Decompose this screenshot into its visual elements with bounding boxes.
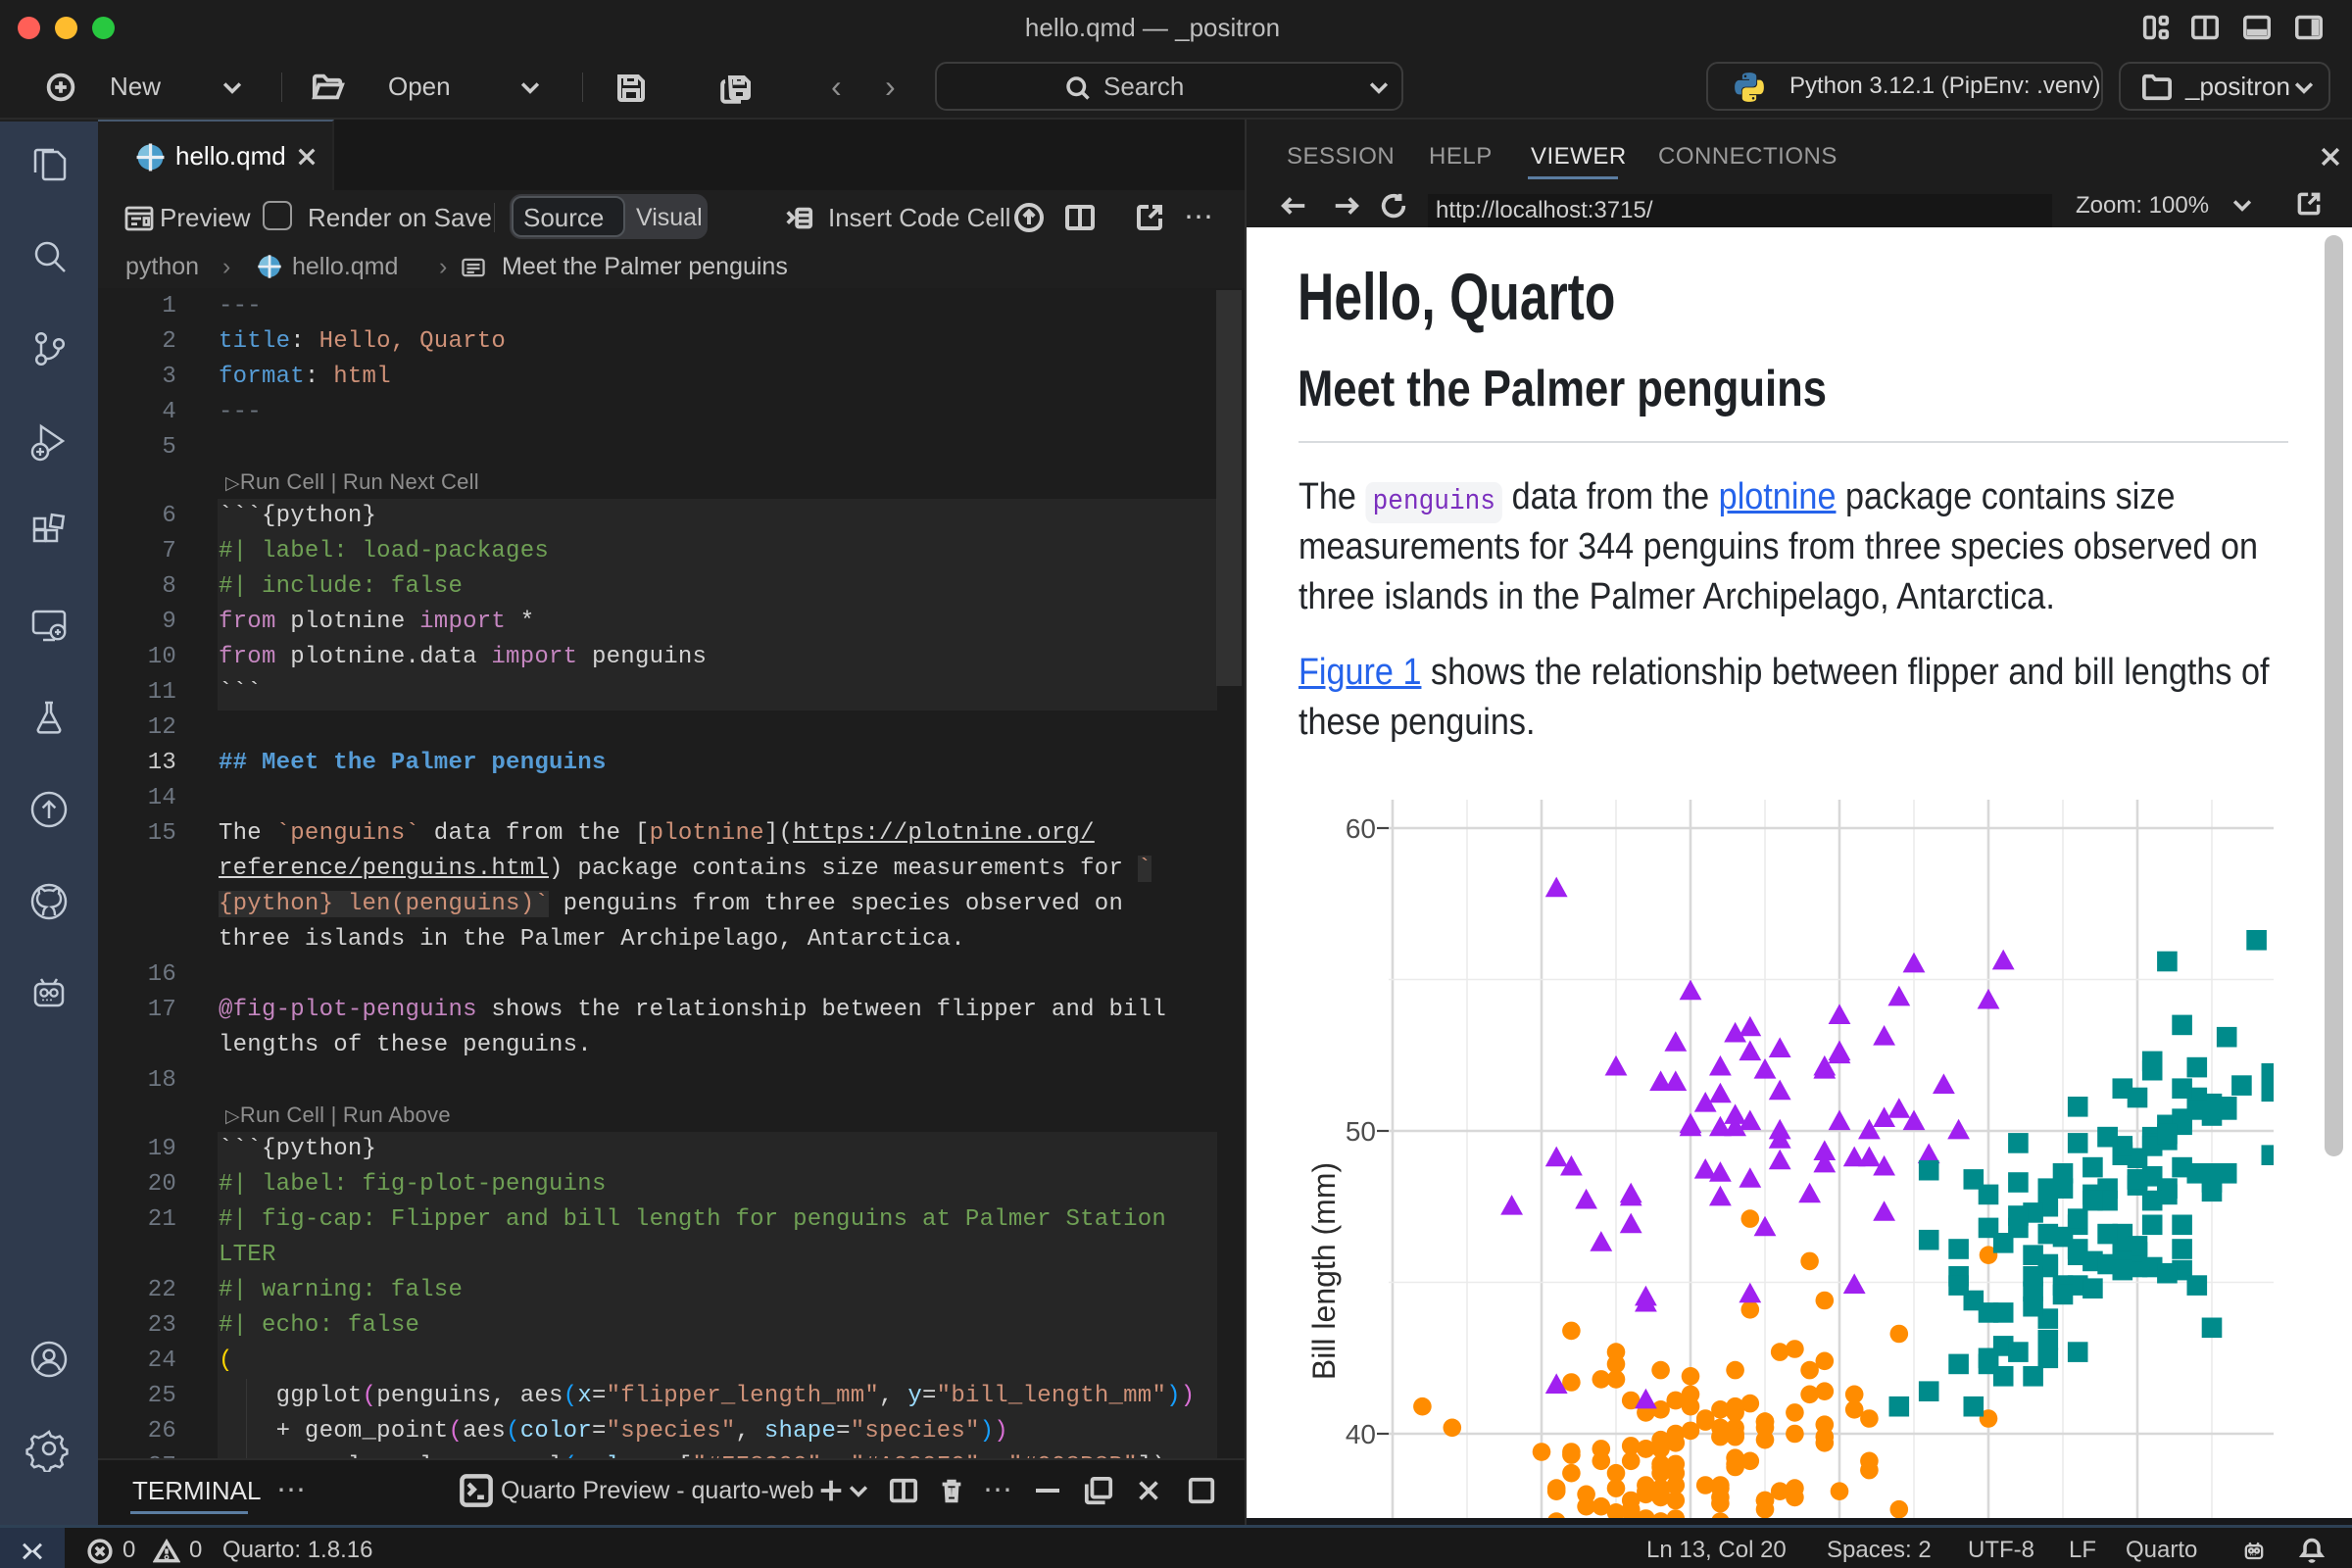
svg-text:Bill length (mm): Bill length (mm) <box>1306 1162 1342 1380</box>
svg-text:60: 60 <box>1346 813 1376 844</box>
svg-text:50: 50 <box>1346 1116 1376 1147</box>
svg-text:40: 40 <box>1346 1419 1376 1449</box>
